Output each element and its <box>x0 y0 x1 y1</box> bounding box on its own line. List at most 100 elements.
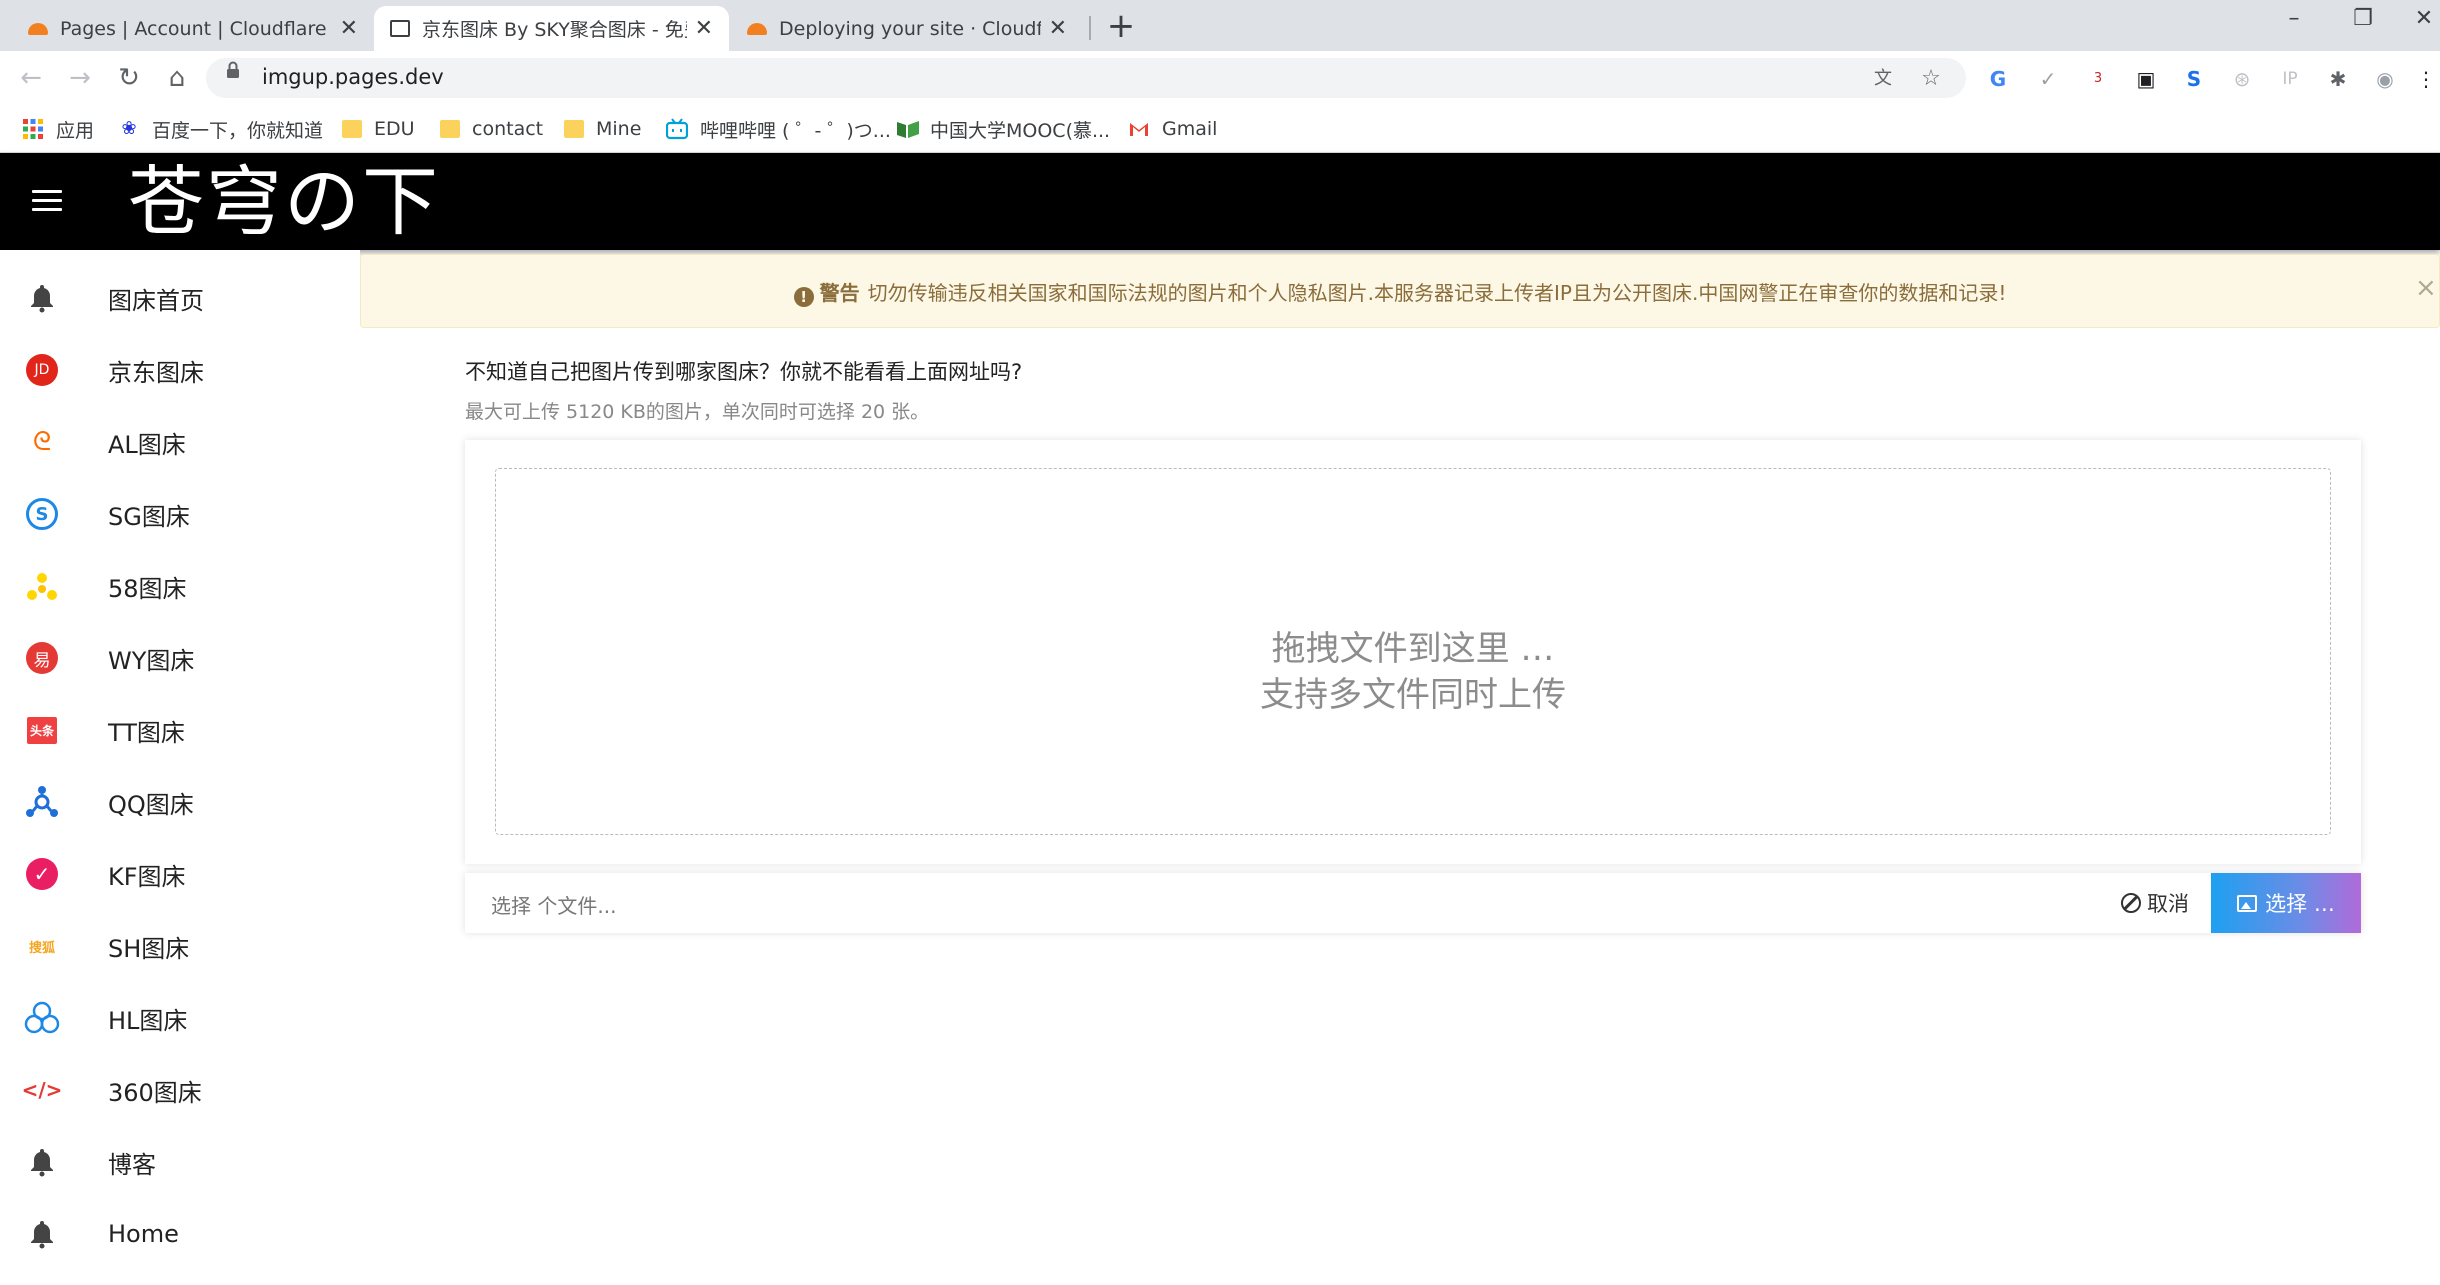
sidebar-item-label: HL图床 <box>108 1006 188 1035</box>
toutiao-icon: 头条 <box>24 712 60 748</box>
translate-icon[interactable]: 文 <box>1870 66 1896 92</box>
bookmark-bilibili[interactable]: 哔哩哔哩 ( ゜- ゜)つ... <box>665 114 891 144</box>
sidebar-item-blog[interactable]: 博客 <box>0 1132 360 1192</box>
dropzone-line-2: 支持多文件同时上传 <box>1260 675 1566 715</box>
hint-title: 不知道自己把图片传到哪家图床？你就不能看看上面网址吗? <box>465 360 1023 384</box>
sidebar-item-wy[interactable]: 易 WY图床 <box>0 628 360 688</box>
menu-more-icon[interactable]: ⋮ <box>2416 64 2436 94</box>
sidebar-item-360[interactable]: </> 360图床 <box>0 1060 360 1120</box>
tab-jd-image-host[interactable]: 京东图床 By SKY聚合图床 - 免费 ✕ <box>374 6 729 51</box>
tab-title: 京东图床 By SKY聚合图床 - 免费 <box>422 19 687 41</box>
upload-limit-hint: 最大可上传 5120 KB的图片，单次同时可选择 20 张。 <box>465 401 930 423</box>
sidebar-item-tt[interactable]: 头条 TT图床 <box>0 700 360 760</box>
tab-cloudflare-pages[interactable]: Pages | Account | Cloudflare - ✕ <box>12 6 374 51</box>
home-button[interactable]: ⌂ <box>158 59 196 97</box>
file-dropzone[interactable]: 拖拽文件到这里 … 支持多文件同时上传 <box>495 468 2331 835</box>
sidebar-item-label: QQ图床 <box>108 790 194 819</box>
sidebar-item-58[interactable]: 58图床 <box>0 556 360 616</box>
sidebar-item-qq[interactable]: QQ图床 <box>0 772 360 832</box>
lock-icon <box>226 61 240 78</box>
tab-deploying-site[interactable]: Deploying your site · Cloudflar ✕ <box>731 6 1083 51</box>
close-icon[interactable]: ✕ <box>695 16 713 41</box>
bookmark-label: 百度一下，你就知道 <box>152 119 324 142</box>
close-icon[interactable]: ✕ <box>1049 16 1067 41</box>
avatar[interactable]: ◉ <box>2370 64 2400 94</box>
sidebar-item-label: SH图床 <box>108 934 190 963</box>
url-text: imgup.pages.dev <box>262 65 444 89</box>
bookmark-mooc[interactable]: 中国大学MOOC(慕... <box>896 114 1110 144</box>
browse-button[interactable]: 选择 … <box>2211 873 2361 933</box>
reload-button[interactable]: ↻ <box>110 59 148 97</box>
netease-icon: 易 <box>24 640 60 676</box>
sidebar-item-label: KF图床 <box>108 862 186 891</box>
bookmark-label: 应用 <box>56 119 95 142</box>
tab-title: Deploying your site · Cloudflar <box>779 17 1041 40</box>
site-title: 苍穹の下 <box>128 157 440 246</box>
apps-icon <box>22 118 44 140</box>
check-circle-icon: ✓ <box>24 856 60 892</box>
browser-toolbar: ← → ↻ ⌂ imgup.pages.dev 文 ☆ <box>0 51 2440 105</box>
qq-icon <box>24 784 60 820</box>
close-icon[interactable]: × <box>2415 273 2439 303</box>
cloudflare-icon <box>747 22 767 35</box>
upload-panel: 拖拽文件到这里 … 支持多文件同时上传 <box>465 440 2361 864</box>
bookmark-mine[interactable]: Mine <box>564 114 641 144</box>
close-icon[interactable]: ✕ <box>340 16 358 41</box>
bookmark-apps[interactable]: 应用 <box>22 114 94 144</box>
google-translate-extension-icon[interactable]: G <box>1983 64 2013 94</box>
bookmark-label: contact <box>472 118 544 140</box>
window-close-button[interactable]: ✕ <box>2404 6 2440 31</box>
restore-button[interactable]: ❐ <box>2343 6 2383 31</box>
sidebar-item-label: 图床首页 <box>108 286 204 315</box>
sidebar-item-sg[interactable]: S SG图床 <box>0 484 360 544</box>
site-header: 苍穹の下 <box>0 153 2440 250</box>
sidebar-item-kf[interactable]: ✓ KF图床 <box>0 844 360 904</box>
sidebar-item-label: 58图床 <box>108 574 187 603</box>
star-icon[interactable]: ☆ <box>1918 66 1944 92</box>
sidebar-item-home[interactable]: 图床首页 <box>0 268 360 328</box>
ip-extension-icon[interactable]: IP <box>2275 64 2305 94</box>
new-tab-button[interactable]: + <box>1106 8 1136 44</box>
bookmark-contact[interactable]: contact <box>440 114 543 144</box>
cancel-button[interactable]: 取消 <box>2121 885 2189 921</box>
bell-icon <box>24 1216 60 1252</box>
address-bar[interactable]: imgup.pages.dev 文 ☆ <box>206 58 1966 98</box>
picture-in-picture-icon[interactable]: ▣ <box>2131 64 2161 94</box>
warning-message: ! 警告 切勿传输违反相关国家和国际法规的图片和个人隐私图片.本服务器记录上传者IP… <box>361 277 2439 307</box>
forward-button[interactable]: → <box>61 59 99 97</box>
file-input-bar: 选择 个文件... 取消 选择 … <box>465 873 2361 933</box>
puzzle-extensions-icon[interactable]: ✱ <box>2323 64 2353 94</box>
sidebar-item-home-link[interactable]: Home <box>0 1204 360 1264</box>
minimize-button[interactable]: – <box>2274 6 2314 31</box>
sidebar-item-sh[interactable]: 搜狐 SH图床 <box>0 916 360 976</box>
sidebar: 图床首页 JD 京东图床 ᘓ AL图床 S SG图床 58图床 易 WY图床 头… <box>0 250 360 1285</box>
sidebar-item-jd[interactable]: JD 京东图床 <box>0 340 360 400</box>
bookmark-label: 哔哩哔哩 ( ゜- ゜)つ... <box>700 119 891 142</box>
sidebar-item-hl[interactable]: HL图床 <box>0 988 360 1048</box>
mooc-icon <box>896 118 919 140</box>
image-icon <box>2237 894 2258 912</box>
tab-strip: Pages | Account | Cloudflare - ✕ 京东图床 By… <box>0 0 2440 51</box>
gmail-icon <box>1128 118 1150 140</box>
hamburger-menu-icon[interactable] <box>32 190 62 214</box>
checkmark-extension-icon[interactable]: ✓ <box>2033 64 2063 94</box>
back-button[interactable]: ← <box>12 59 50 97</box>
sohu-icon: 搜狐 <box>28 940 55 956</box>
sidebar-item-label: AL图床 <box>108 430 186 459</box>
tab-separator <box>1089 16 1091 40</box>
warning-label: 警告 <box>819 281 860 305</box>
bookmark-gmail[interactable]: Gmail <box>1128 114 1217 144</box>
code-icon: </> <box>21 1078 63 1102</box>
gear-extension-icon[interactable]: ⊛ <box>2227 64 2257 94</box>
shield-extension-icon[interactable]: 3 <box>2083 64 2113 94</box>
sidebar-item-al[interactable]: ᘓ AL图床 <box>0 412 360 472</box>
alibaba-icon: ᘓ <box>32 426 52 457</box>
s-extension-icon[interactable]: S <box>2179 64 2209 94</box>
bookmark-baidu[interactable]: ❀ 百度一下，你就知道 <box>118 114 323 144</box>
bell-icon <box>24 280 60 316</box>
sogou-icon: S <box>24 496 60 532</box>
dropzone-text: 拖拽文件到这里 … 支持多文件同时上传 <box>496 626 2330 718</box>
file-caption[interactable]: 选择 个文件... <box>491 890 616 919</box>
bookmark-edu[interactable]: EDU <box>342 114 415 144</box>
warning-text: 切勿传输违反相关国家和国际法规的图片和个人隐私图片.本服务器记录上传者IP且为公… <box>867 281 2007 305</box>
